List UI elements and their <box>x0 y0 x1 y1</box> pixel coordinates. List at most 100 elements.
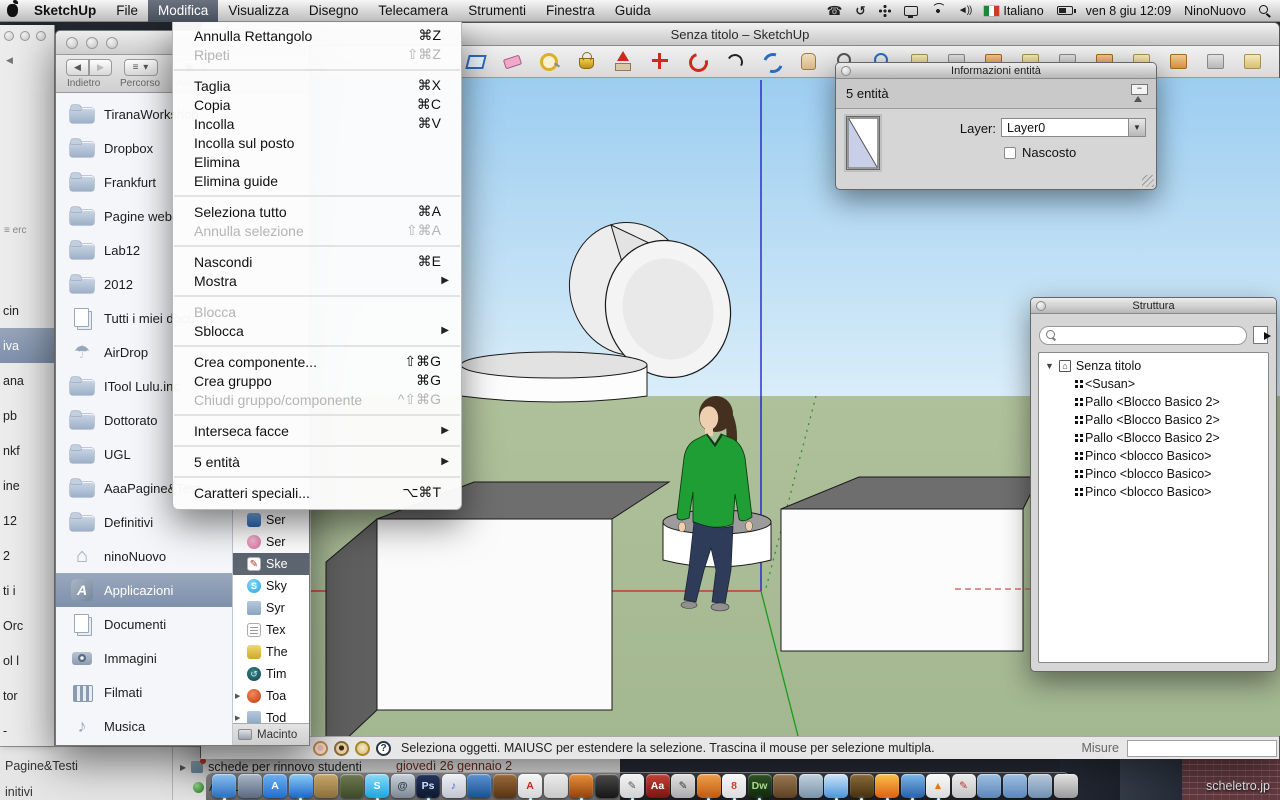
outliner-item[interactable]: Pallo <Blocco Basico 2> <box>1039 429 1268 447</box>
panel-titlebar[interactable]: Struttura <box>1031 298 1276 314</box>
menubar-item[interactable]: File <box>106 0 148 22</box>
sidebar-item[interactable]: Immagini <box>56 641 232 675</box>
application-list-item[interactable]: Syr <box>233 597 309 619</box>
menu-item[interactable]: Taglia ⌘X <box>173 76 461 95</box>
menu-item[interactable] <box>174 295 460 297</box>
model-cylinder-horizon[interactable] <box>461 352 647 402</box>
details-button[interactable] <box>1253 326 1268 344</box>
claim-icon[interactable] <box>355 741 370 756</box>
credits-icon[interactable] <box>334 741 349 756</box>
menubar-clock[interactable]: ven 8 giu 12:09 <box>1086 4 1172 18</box>
application-list-item[interactable]: Ser <box>233 531 309 553</box>
close-icon[interactable] <box>841 66 851 76</box>
application-list-item[interactable]: Tim <box>233 663 309 685</box>
application-list-item[interactable]: Sky <box>233 575 309 597</box>
toolbar-tool-20[interactable] <box>1166 49 1190 73</box>
menu-item[interactable]: Incolla ⌘V <box>173 114 461 133</box>
menu-item[interactable]: Annulla Rettangolo ⌘Z <box>173 26 461 45</box>
sliver-list-item[interactable]: tor <box>0 678 54 713</box>
safari-dock-icon[interactable] <box>824 774 848 798</box>
photos-dock-icon[interactable] <box>314 774 338 798</box>
mail-dock-icon[interactable]: @ <box>391 774 415 798</box>
menu-item[interactable]: Nascondi ⌘E <box>173 252 461 271</box>
menu-item[interactable]: Crea componente... ⇧⌘G <box>173 352 461 371</box>
sidebar-item[interactable]: Musica <box>56 709 232 743</box>
orbit-tool[interactable] <box>759 49 783 73</box>
menubar-item[interactable]: Strumenti <box>458 0 536 22</box>
dashed-circle-dock-icon[interactable] <box>544 774 568 798</box>
appstore-dock-icon[interactable]: A <box>263 774 287 798</box>
garageband-dock-icon[interactable] <box>493 774 517 798</box>
menu-item[interactable]: Elimina <box>173 152 461 171</box>
sliver-list-item[interactable]: pb <box>0 398 54 433</box>
panel-titlebar[interactable]: Informazioni entità <box>836 63 1156 79</box>
menu-item[interactable] <box>174 345 460 347</box>
vlc-dock-icon[interactable]: ▲ <box>926 774 950 798</box>
background-sidebar-label[interactable]: Pagine&Testi <box>5 759 78 773</box>
beast-dock-icon[interactable] <box>850 774 874 798</box>
menu-item[interactable] <box>174 445 460 447</box>
toolbar-tool-22[interactable] <box>1240 49 1264 73</box>
skype-dock-icon[interactable]: S <box>365 774 389 798</box>
path-button[interactable]: ≡ ▾ <box>124 59 158 76</box>
folder-dock-icon[interactable] <box>977 774 1001 798</box>
application-list-item[interactable]: ▶ Toa <box>233 685 309 707</box>
sidebar-item[interactable]: ninoNuovo <box>56 539 232 573</box>
folder2-dock-icon[interactable] <box>1003 774 1027 798</box>
model-box-right[interactable] <box>781 477 1039 651</box>
menu-item[interactable]: Caratteri speciali... ⌥⌘T <box>173 483 461 502</box>
menu-item[interactable]: Sblocca ▶ <box>173 321 461 340</box>
menu-item[interactable]: 5 entità ▶ <box>173 452 461 471</box>
menu-item[interactable]: Copia ⌘C <box>173 95 461 114</box>
menu-item[interactable]: Seleziona tutto ⌘A <box>173 202 461 221</box>
sliver-list-item[interactable]: ine <box>0 468 54 503</box>
iphoto-dock-icon[interactable] <box>569 774 593 798</box>
back-button[interactable]: ◀ <box>66 59 89 76</box>
toolbar-tool-21[interactable] <box>1203 49 1227 73</box>
back-icon[interactable]: ◀ <box>6 55 13 66</box>
finder-dock-icon[interactable] <box>212 774 236 798</box>
dreamweaver-dock-icon[interactable]: Dw <box>748 774 772 798</box>
display-icon[interactable] <box>904 6 918 16</box>
follow-me-tool[interactable] <box>722 49 746 73</box>
menu-item[interactable]: Blocca <box>173 302 461 321</box>
spotlight-icon[interactable] <box>1259 5 1270 16</box>
wifi-icon[interactable] <box>931 5 945 16</box>
push-pull-tool[interactable] <box>611 49 635 73</box>
resize-grip[interactable] <box>1142 175 1154 187</box>
layer-dropdown[interactable]: Layer0 ▼ <box>1001 118 1146 137</box>
volume-icon[interactable]: ◄)) <box>958 5 972 16</box>
disclosure-triangle-icon[interactable]: ▶ <box>180 763 186 772</box>
close-icon[interactable] <box>1036 301 1046 311</box>
eraser-tool[interactable] <box>500 49 524 73</box>
menu-item[interactable] <box>174 476 460 478</box>
rotate-tool[interactable] <box>685 49 709 73</box>
sliver-list-item[interactable]: cin <box>0 293 54 328</box>
outliner-item[interactable]: Pallo <Blocco Basico 2> <box>1039 411 1268 429</box>
help-icon[interactable]: ? <box>376 741 391 756</box>
desktop-file-label[interactable]: scheletro.jp <box>1206 779 1270 793</box>
display-dock-icon[interactable] <box>238 774 262 798</box>
application-list-item[interactable]: The <box>233 641 309 663</box>
application-list-item[interactable]: Tex <box>233 619 309 641</box>
textedit-dock-icon[interactable]: ✎ <box>620 774 644 798</box>
menu-item[interactable] <box>174 245 460 247</box>
menu-item[interactable]: Crea gruppo ⌘G <box>173 371 461 390</box>
collapse-icon[interactable] <box>1131 86 1146 102</box>
sliver-list-item[interactable]: ti i <box>0 573 54 608</box>
menu-item[interactable] <box>174 69 460 71</box>
menubar-item[interactable]: Finestra <box>536 0 605 22</box>
application-list-item[interactable]: Ser <box>233 509 309 531</box>
window-traffic-lights[interactable] <box>4 31 46 41</box>
time-machine-icon[interactable]: ↺ <box>855 3 865 18</box>
sliver-list-item[interactable]: ol l <box>0 643 54 678</box>
sliver-list-item[interactable]: iva <box>0 328 54 363</box>
menubar-item[interactable]: Visualizza <box>218 0 299 22</box>
battery-icon[interactable] <box>1057 6 1073 15</box>
disclosure-triangle-icon[interactable]: ▶ <box>235 714 242 722</box>
background-sidebar-label-2[interactable]: initivi <box>5 785 33 799</box>
menubar-item[interactable]: Guida <box>605 0 661 22</box>
camo-dock-icon[interactable] <box>340 774 364 798</box>
sliver-list-item[interactable]: - <box>0 713 54 748</box>
red-pencil-dock-icon[interactable]: ✎ <box>952 774 976 798</box>
